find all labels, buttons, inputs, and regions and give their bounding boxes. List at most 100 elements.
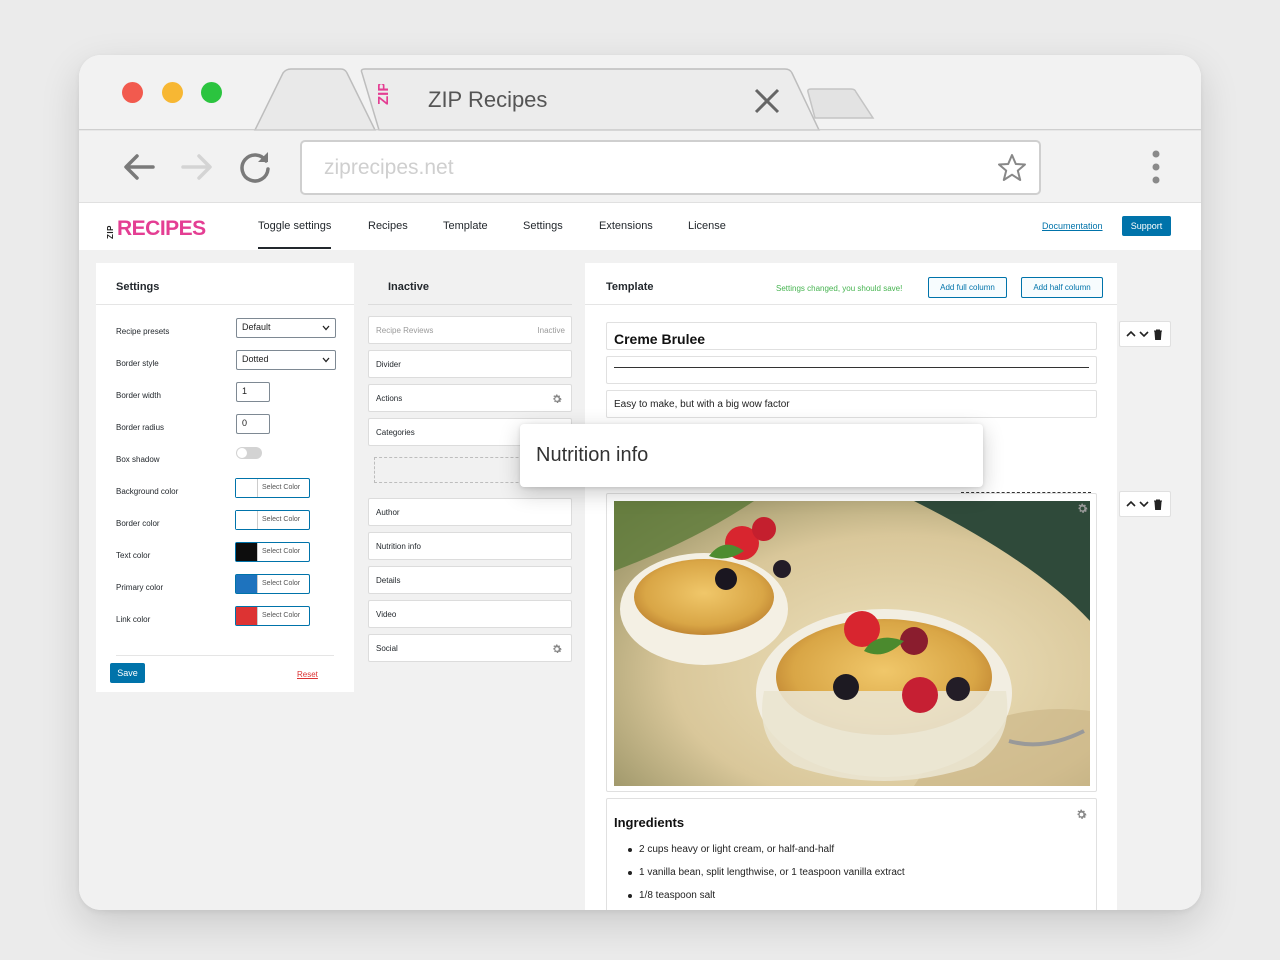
address-bar[interactable]: ziprecipes.net xyxy=(300,140,1041,195)
browser-window: ZIP ZIP Recipes ziprecipes.net xyxy=(79,55,1201,910)
browser-toolbar: ziprecipes.net xyxy=(79,131,1201,203)
nav-license[interactable]: License xyxy=(688,220,726,232)
template-panel: Template Settings changed, you should sa… xyxy=(585,263,1117,910)
text-color-picker[interactable]: Select Color xyxy=(235,542,310,562)
recipe-presets-select[interactable]: Default xyxy=(236,318,336,338)
url-text: ziprecipes.net xyxy=(324,156,454,179)
browser-menu-icon[interactable] xyxy=(1151,150,1161,184)
settings-panel: Settings Recipe presets Default Border s… xyxy=(96,263,354,692)
background-color-label: Background color xyxy=(116,487,179,496)
chevron-down-icon[interactable] xyxy=(1139,329,1149,339)
link-color-label: Link color xyxy=(116,615,151,624)
ingredient-item: 1 vanilla bean, split lengthwise, or 1 t… xyxy=(628,867,905,890)
ingredients-title: Ingredients xyxy=(614,815,685,830)
inactive-item-actions[interactable]: Actions xyxy=(368,384,572,412)
nav-extensions[interactable]: Extensions xyxy=(599,220,653,232)
add-full-column-button[interactable]: Add full column xyxy=(928,277,1007,298)
primary-color-label: Primary color xyxy=(116,583,164,592)
recipe-photo xyxy=(614,501,1090,786)
close-tab-icon[interactable] xyxy=(751,85,783,117)
border-color-picker[interactable]: Select Color xyxy=(235,510,310,530)
border-color-label: Border color xyxy=(116,519,160,528)
summary-block[interactable]: Easy to make, but with a big wow factor xyxy=(606,390,1097,418)
recipe-presets-label: Recipe presets xyxy=(116,327,170,336)
nav-toggle-settings[interactable]: Toggle settings xyxy=(258,220,332,249)
divider xyxy=(96,304,354,305)
box-shadow-label: Box shadow xyxy=(116,455,160,464)
dragged-element-label: Nutrition info xyxy=(536,444,649,466)
border-width-label: Border width xyxy=(116,391,161,400)
inactive-item-details[interactable]: Details xyxy=(368,566,572,594)
inactive-item-recipe-reviews[interactable]: Recipe Reviews Inactive xyxy=(368,316,572,344)
dragged-element-card[interactable]: Nutrition info xyxy=(520,424,983,487)
border-width-input[interactable]: 1 xyxy=(236,382,270,402)
tab-title: ZIP Recipes xyxy=(428,87,548,112)
forward-arrow-icon[interactable] xyxy=(179,149,215,185)
reload-icon[interactable] xyxy=(237,149,273,185)
inactive-badge: Inactive xyxy=(537,326,565,335)
divider xyxy=(585,304,1117,305)
ingredients-list: 2 cups heavy or light cream, or half-and… xyxy=(628,844,905,910)
tab-strip xyxy=(79,68,1201,131)
inactive-item-nutrition-info[interactable]: Nutrition info xyxy=(368,532,572,560)
chevron-up-icon[interactable] xyxy=(1126,329,1136,339)
primary-color-picker[interactable]: Select Color xyxy=(235,574,310,594)
box-shadow-toggle[interactable] xyxy=(236,447,262,459)
back-arrow-icon[interactable] xyxy=(121,149,157,185)
background-color-picker[interactable]: Select Color xyxy=(235,478,310,498)
border-radius-label: Border radius xyxy=(116,423,165,432)
chevron-up-icon[interactable] xyxy=(1126,499,1136,509)
inactive-item-author[interactable]: Author xyxy=(368,498,572,526)
ingredients-block[interactable]: Ingredients 2 cups heavy or light cream,… xyxy=(606,798,1097,910)
bookmark-star-icon[interactable] xyxy=(997,153,1027,183)
nav-settings[interactable]: Settings xyxy=(523,220,563,232)
template-title: Template xyxy=(606,281,654,293)
color-swatch xyxy=(236,607,258,625)
row-controls xyxy=(1119,321,1171,347)
chevron-down-icon xyxy=(322,357,330,363)
image-block[interactable] xyxy=(606,493,1097,792)
border-radius-input[interactable]: 0 xyxy=(236,414,270,434)
gear-icon[interactable] xyxy=(551,643,563,655)
divider-block[interactable] xyxy=(606,356,1097,384)
color-swatch xyxy=(236,543,258,561)
inactive-item-video[interactable]: Video xyxy=(368,600,572,628)
gear-icon[interactable] xyxy=(1075,808,1088,821)
reset-link[interactable]: Reset xyxy=(297,670,318,679)
row-controls xyxy=(1119,491,1171,517)
nav-recipes[interactable]: Recipes xyxy=(368,220,408,232)
new-tab-button[interactable] xyxy=(807,88,875,119)
unsaved-notice: Settings changed, you should save! xyxy=(776,284,903,293)
gear-icon[interactable] xyxy=(1076,502,1089,515)
support-button[interactable]: Support xyxy=(1122,216,1171,236)
settings-title: Settings xyxy=(116,281,160,293)
zip-recipes-logo: ZIP RECIPES xyxy=(106,217,206,240)
trash-icon[interactable] xyxy=(1153,499,1163,510)
text-color-label: Text color xyxy=(116,551,151,560)
recipe-summary: Easy to make, but with a big wow factor xyxy=(614,399,790,410)
border-style-label: Border style xyxy=(116,359,159,368)
inactive-item-social[interactable]: Social xyxy=(368,634,572,662)
gear-icon[interactable] xyxy=(551,393,563,405)
chevron-down-icon xyxy=(322,325,330,331)
border-style-select[interactable]: Dotted xyxy=(236,350,336,370)
inactive-title: Inactive xyxy=(388,281,429,293)
recipe-title-block[interactable]: Creme Brulee xyxy=(606,322,1097,350)
color-swatch xyxy=(236,479,258,497)
title-bar: ZIP ZIP Recipes xyxy=(79,55,1201,131)
color-swatch xyxy=(236,511,258,529)
zip-logo-icon: ZIP xyxy=(377,84,392,105)
svg-text:ZIP: ZIP xyxy=(377,84,392,105)
chevron-down-icon[interactable] xyxy=(1139,499,1149,509)
color-swatch xyxy=(236,575,258,593)
documentation-link[interactable]: Documentation xyxy=(1042,221,1103,231)
trash-icon[interactable] xyxy=(1153,329,1163,340)
app-area: ZIP RECIPES Toggle settings Recipes Temp… xyxy=(79,203,1201,910)
link-color-picker[interactable]: Select Color xyxy=(235,606,310,626)
nav-template[interactable]: Template xyxy=(443,220,488,232)
recipe-title: Creme Brulee xyxy=(614,331,706,347)
inactive-item-divider[interactable]: Divider xyxy=(368,350,572,378)
save-button[interactable]: Save xyxy=(110,663,145,683)
add-half-column-button[interactable]: Add half column xyxy=(1021,277,1103,298)
inactive-tab[interactable] xyxy=(253,68,377,131)
